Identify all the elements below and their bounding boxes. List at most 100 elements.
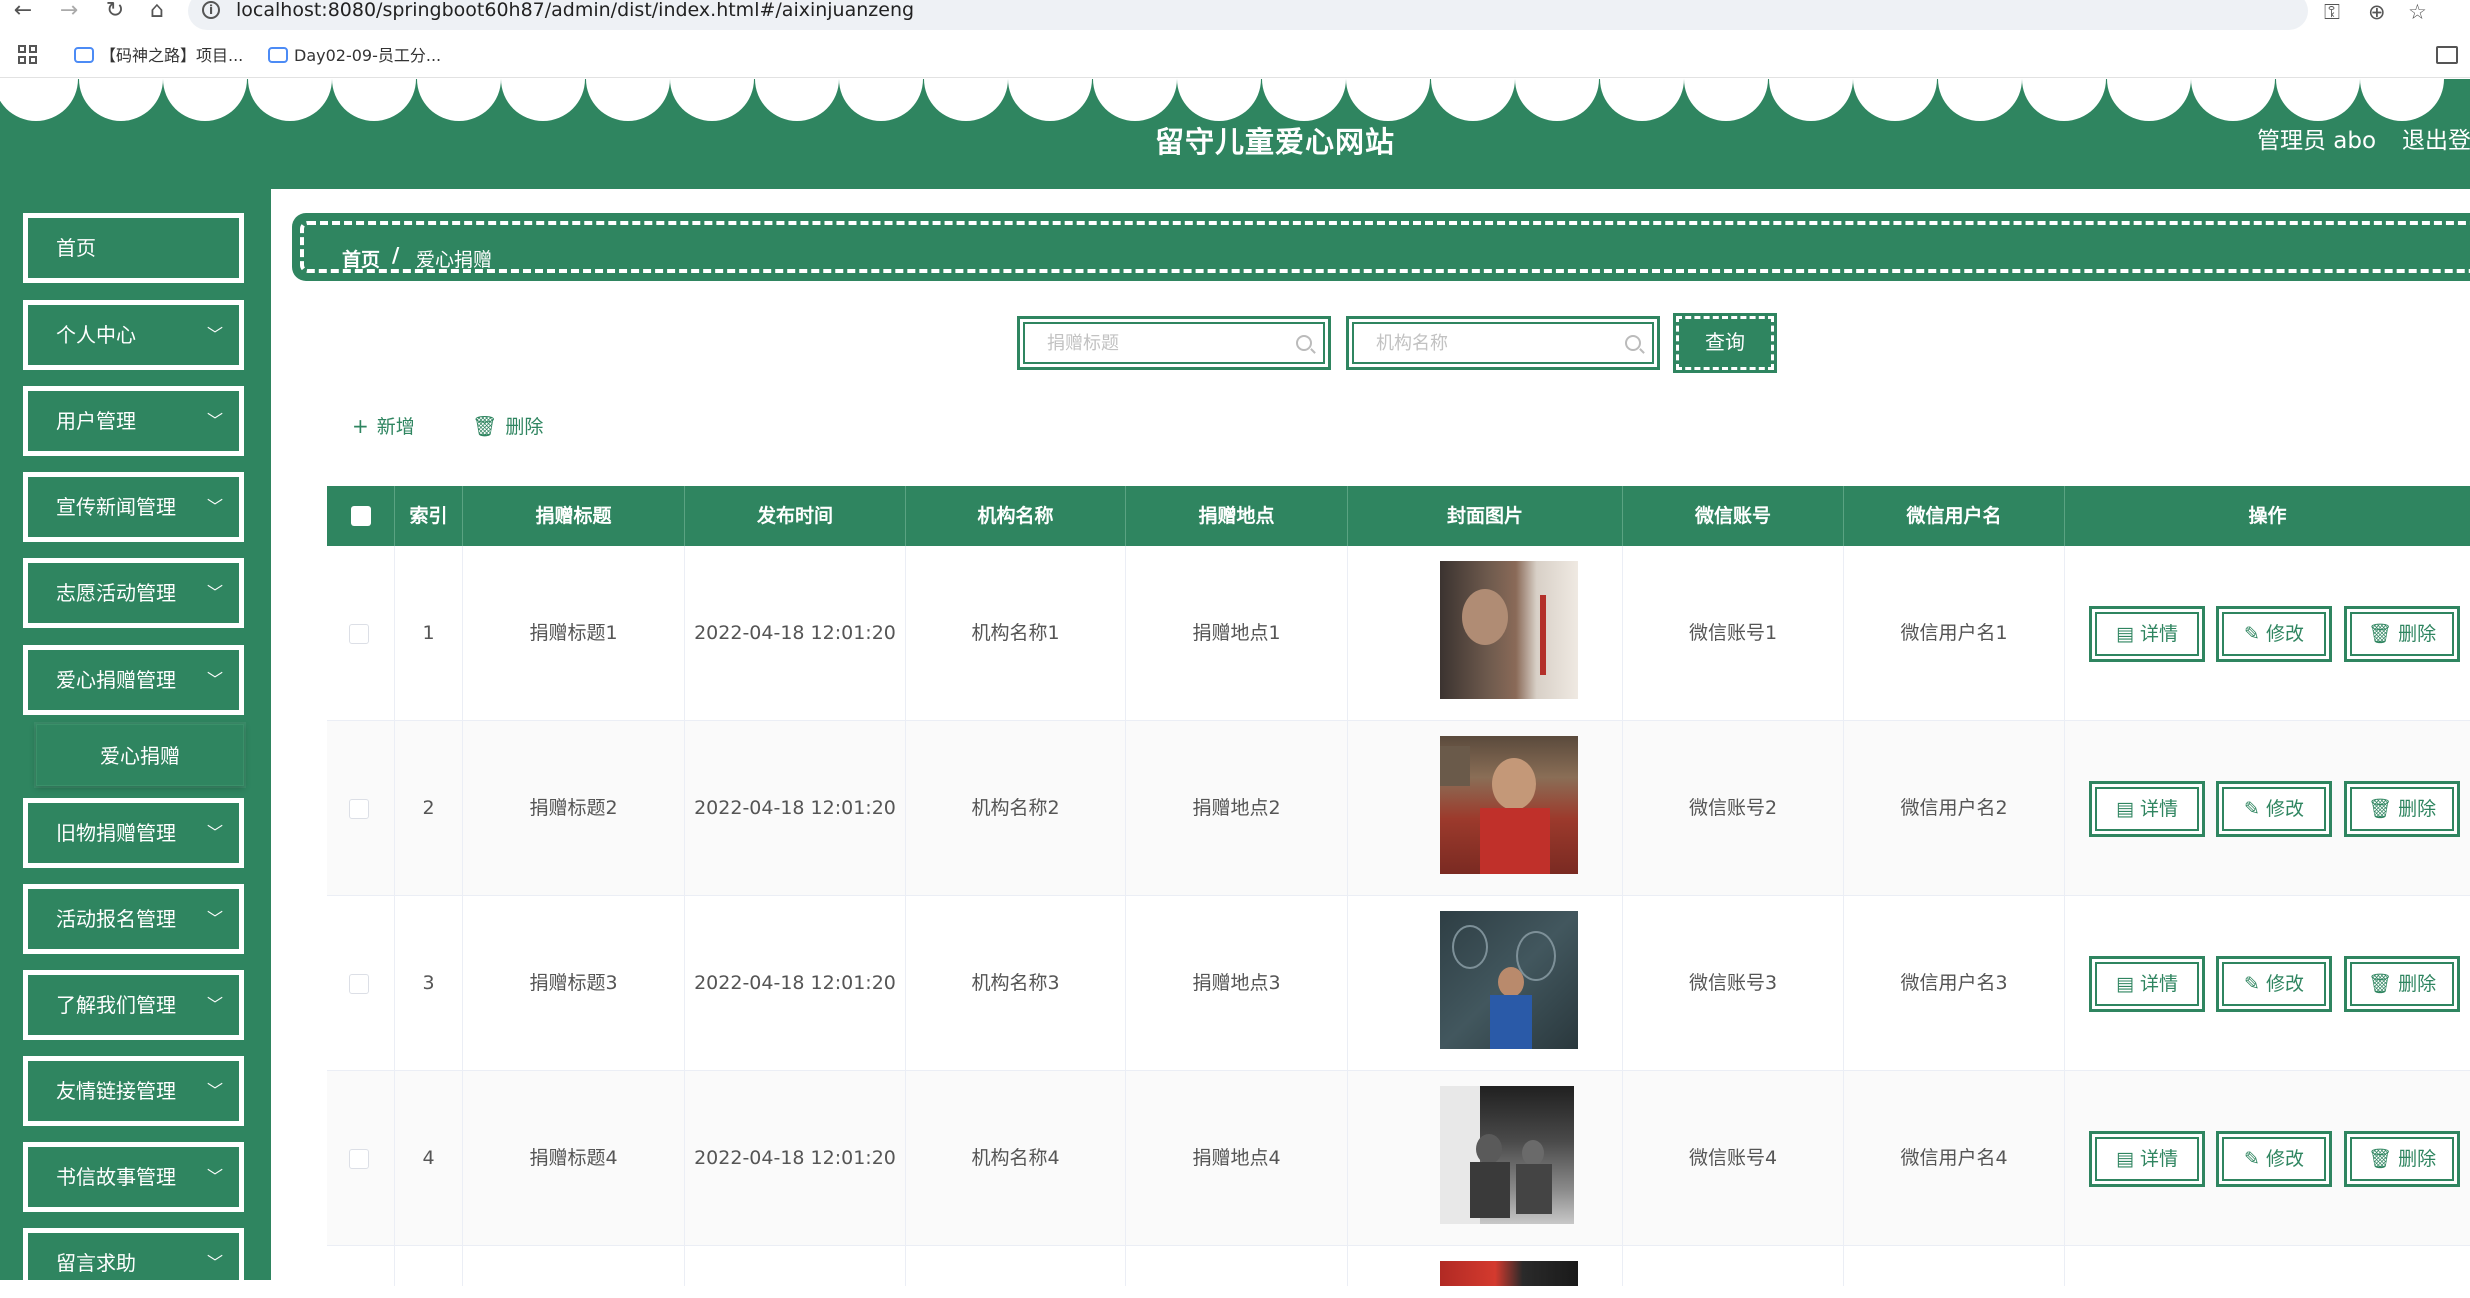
scallop-decoration	[0, 79, 2470, 121]
edit-button[interactable]: ✎ 修改	[2216, 956, 2332, 1012]
scallop-shape	[923, 79, 1008, 121]
row-checkbox[interactable]	[349, 799, 369, 819]
cover-cell	[1348, 1246, 1623, 1286]
column-header[interactable]: 发布时间	[685, 486, 906, 546]
batch-delete-button[interactable]: 🗑 删除	[472, 412, 543, 439]
wechat-cell: 微信账号3	[1623, 896, 1844, 1071]
scallop-shape	[2360, 79, 2444, 121]
site-info-icon[interactable]: i	[202, 1, 220, 19]
time-cell: 2022-04-18 12:01:20	[685, 896, 906, 1071]
site-title: 留守儿童爱心网站	[1154, 125, 1395, 159]
chevron-down-icon: ﹀	[206, 670, 223, 689]
cover-cell	[1348, 1071, 1623, 1246]
bookmark-item[interactable]: Day02-09-员工分...	[268, 44, 441, 68]
column-header[interactable]: 机构名称	[906, 486, 1126, 546]
detail-button[interactable]: ▤ 详情	[2089, 606, 2205, 662]
column-header[interactable]: 微信用户名	[1844, 486, 2065, 546]
edit-button[interactable]: ✎ 修改	[2216, 606, 2332, 662]
org-cell: 机构名称2	[906, 721, 1126, 896]
delete-button[interactable]: 🗑 删除	[2344, 1131, 2460, 1187]
sidebar-item-messages[interactable]: 留言求助 ﹀	[23, 1228, 244, 1298]
column-header[interactable]: 捐赠标题	[463, 486, 685, 546]
sidebar-item-home[interactable]: 首页	[23, 213, 244, 283]
breadcrumb-home[interactable]: 首页	[342, 245, 380, 272]
title-search-input[interactable]	[1023, 322, 1325, 364]
row-checkbox[interactable]	[349, 974, 369, 994]
sidebar-item-about-management[interactable]: 了解我们管理 ﹀	[23, 970, 244, 1040]
place-cell: 捐赠地点1	[1126, 546, 1348, 721]
table-cell	[463, 1246, 685, 1286]
folder-icon[interactable]	[2436, 46, 2458, 64]
sidebar-item-donation-management[interactable]: 爱心捐赠管理 ﹀	[23, 645, 244, 715]
org-search-input[interactable]	[1352, 322, 1654, 364]
delete-button[interactable]: 🗑 删除	[2344, 606, 2460, 662]
column-header[interactable]: 捐赠地点	[1126, 486, 1348, 546]
table-row: 4 捐赠标题4 2022-04-18 12:01:20 机构名称4 捐赠地点4 …	[327, 1071, 2470, 1246]
sidebar-item-user-management[interactable]: 用户管理 ﹀	[23, 386, 244, 456]
cover-image[interactable]	[1440, 561, 1578, 699]
cover-image[interactable]	[1440, 911, 1578, 1049]
chevron-down-icon: ﹀	[206, 583, 223, 602]
logout-button[interactable]: 退出登	[2402, 121, 2470, 155]
detail-button[interactable]: ▤ 详情	[2089, 781, 2205, 837]
document-icon: ▤	[2115, 623, 2140, 645]
reload-icon[interactable]: ↻	[100, 0, 130, 24]
sidebar-item-links-management[interactable]: 友情链接管理 ﹀	[23, 1056, 244, 1126]
chevron-down-icon: ﹀	[206, 1081, 223, 1100]
bookmark-star-icon[interactable]: ☆	[2408, 0, 2427, 24]
detail-button[interactable]: ▤ 详情	[2089, 1131, 2205, 1187]
scallop-shape	[416, 79, 501, 121]
delete-button[interactable]: 🗑 删除	[2344, 781, 2460, 837]
pencil-icon: ✎	[2244, 798, 2266, 820]
row-checkbox[interactable]	[349, 624, 369, 644]
sidebar-item-personal-center[interactable]: 个人中心 ﹀	[23, 300, 244, 370]
apps-grid-icon[interactable]	[18, 45, 38, 65]
detail-button[interactable]: ▤ 详情	[2089, 956, 2205, 1012]
password-key-icon[interactable]: ⚿	[2324, 0, 2340, 25]
index-cell: 2	[395, 721, 463, 896]
index-cell: 3	[395, 896, 463, 1071]
wechat-name-cell: 微信用户名3	[1844, 896, 2065, 1071]
document-icon: ▤	[2115, 1148, 2140, 1170]
table-row: 1 捐赠标题1 2022-04-18 12:01:20 机构名称1 捐赠地点1 …	[327, 546, 2470, 721]
select-all-checkbox[interactable]	[351, 506, 371, 526]
bookmark-item[interactable]: 【码神之路】项目...	[74, 44, 243, 68]
search-icon	[1625, 335, 1641, 351]
cover-image[interactable]	[1440, 1086, 1574, 1224]
time-cell: 2022-04-18 12:01:20	[685, 546, 906, 721]
title-cell: 捐赠标题3	[463, 896, 685, 1071]
delete-button[interactable]: 🗑 删除	[2344, 956, 2460, 1012]
scallop-shape	[247, 79, 332, 121]
edit-button[interactable]: ✎ 修改	[2216, 1131, 2332, 1187]
home-icon[interactable]: ⌂	[142, 0, 172, 24]
table-cell	[1623, 1246, 1844, 1286]
back-arrow-icon[interactable]: ←	[8, 0, 38, 24]
sidebar-item-news-management[interactable]: 宣传新闻管理 ﹀	[23, 472, 244, 542]
sidebar-subitem-donation[interactable]: 爱心捐赠	[36, 724, 244, 786]
add-button[interactable]: + 新增	[352, 412, 415, 439]
row-checkbox[interactable]	[349, 1149, 369, 1169]
edit-button[interactable]: ✎ 修改	[2216, 781, 2332, 837]
sidebar-item-signup-management[interactable]: 活动报名管理 ﹀	[23, 884, 244, 954]
table-cell	[1126, 1246, 1348, 1286]
column-header[interactable]: 封面图片	[1348, 486, 1623, 546]
org-search-field	[1346, 316, 1660, 370]
sidebar-item-volunteer-management[interactable]: 志愿活动管理 ﹀	[23, 558, 244, 628]
table-cell	[1844, 1246, 2065, 1286]
index-cell: 4	[395, 1071, 463, 1246]
cover-image[interactable]	[1440, 1261, 1578, 1286]
address-bar[interactable]: i localhost:8080/springboot60h87/admin/d…	[188, 0, 2308, 30]
forward-arrow-icon[interactable]: →	[54, 0, 84, 24]
zoom-icon[interactable]: ⊕	[2368, 0, 2386, 24]
scallop-shape	[2106, 79, 2191, 121]
chevron-down-icon: ﹀	[206, 995, 223, 1014]
query-button[interactable]: 查询	[1673, 313, 1777, 373]
search-icon	[1296, 335, 1312, 351]
chevron-down-icon: ﹀	[206, 325, 223, 344]
column-header[interactable]: 微信账号	[1623, 486, 1844, 546]
time-cell: 2022-04-18 12:01:20	[685, 1071, 906, 1246]
sidebar-item-old-goods-management[interactable]: 旧物捐赠管理 ﹀	[23, 798, 244, 868]
sidebar-item-letters-management[interactable]: 书信故事管理 ﹀	[23, 1142, 244, 1212]
column-header[interactable]: 索引	[395, 486, 463, 546]
cover-image[interactable]	[1440, 736, 1578, 874]
